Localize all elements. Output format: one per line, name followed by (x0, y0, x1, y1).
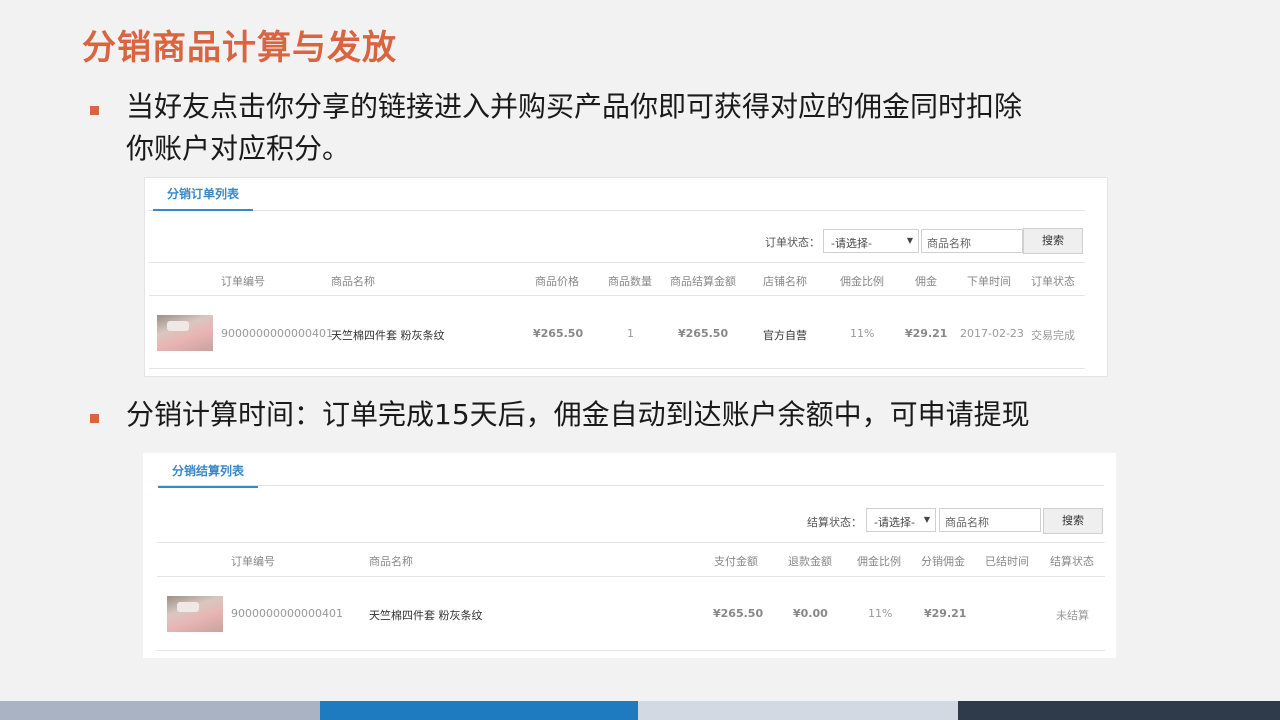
order-header-date: 下单时间 (967, 275, 1011, 288)
order-header-commission: 佣金 (915, 275, 937, 288)
settle-header-settled-time: 已结时间 (985, 555, 1029, 568)
order-list-panel: 分销订单列表 订单状态： -请选择- ▼ 商品名称 搜索 订单编号 商品名称 商… (144, 177, 1108, 377)
bullet-marker-icon (90, 414, 99, 423)
settle-status-select-value: -请选择- (874, 516, 915, 529)
order-cell-price: ¥265.50 (533, 327, 584, 340)
settle-product-name-input[interactable]: 商品名称 (939, 508, 1041, 532)
settle-header-order-no: 订单编号 (231, 555, 275, 568)
order-cell-settle: ¥265.50 (678, 327, 729, 340)
order-cell-product: 天竺棉四件套 粉灰条纹 (331, 329, 445, 342)
order-cell-date: 2017-02-23 (960, 327, 1024, 340)
slide-title: 分销商品计算与发放 (82, 28, 397, 68)
order-divider-bottom (149, 368, 1085, 369)
order-cell-rate: 11% (850, 327, 875, 340)
settle-cell-status: 未结算 (1056, 609, 1089, 622)
settle-divider-top (157, 542, 1105, 543)
order-status-label: 订单状态： (765, 236, 820, 249)
footer-bar-segment-1 (0, 701, 320, 720)
order-status-select-value: -请选择- (831, 237, 872, 250)
settlement-list-panel: 分销结算列表 结算状态： -请选择- ▼ 商品名称 搜索 订单编号 商品名称 支… (143, 453, 1116, 658)
product-thumbnail (157, 315, 213, 351)
settle-tabbar: 分销结算列表 (157, 453, 1104, 488)
footer-bar-segment-3 (638, 701, 958, 720)
settle-status-label: 结算状态： (807, 516, 862, 529)
settle-cell-order-no: 9000000000000401 (231, 607, 343, 620)
footer-bar-segment-2 (320, 701, 638, 720)
order-cell-order-no: 9000000000000401 (221, 327, 333, 340)
settle-header-commission: 分销佣金 (921, 555, 965, 568)
order-cell-qty: 1 (627, 327, 634, 340)
settle-cell-paid: ¥265.50 (713, 607, 764, 620)
order-header-order-no: 订单编号 (221, 275, 265, 288)
order-divider-top (149, 262, 1085, 263)
settle-cell-product: 天竺棉四件套 粉灰条纹 (369, 609, 483, 622)
settle-divider-header (157, 576, 1105, 577)
settle-cell-refund: ¥0.00 (793, 607, 828, 620)
order-product-name-input[interactable]: 商品名称 (921, 229, 1023, 253)
order-status-select[interactable]: -请选择- ▼ (823, 229, 919, 253)
bullet-1-text: 当好友点击你分享的链接进入并购买产品你即可获得对应的佣金同时扣除 (126, 90, 1023, 123)
order-cell-shop: 官方自营 (763, 329, 807, 342)
order-header-settle: 商品结算金额 (670, 275, 736, 288)
order-header-product: 商品名称 (331, 275, 375, 288)
bullet-1-text-cont: 你账户对应积分。 (126, 132, 351, 165)
settle-header-rate: 佣金比例 (857, 555, 901, 568)
tab-settlement-list[interactable]: 分销结算列表 (158, 462, 259, 488)
settle-header-status: 结算状态 (1050, 555, 1094, 568)
chevron-down-icon: ▼ (906, 236, 913, 245)
settle-cell-rate: 11% (868, 607, 893, 620)
settle-header-paid: 支付金额 (714, 555, 758, 568)
order-cell-commission: ¥29.21 (905, 327, 948, 340)
order-cell-status: 交易完成 (1031, 329, 1075, 342)
order-header-shop: 店铺名称 (763, 275, 807, 288)
product-thumbnail (167, 596, 223, 632)
order-header-rate: 佣金比例 (840, 275, 884, 288)
order-search-button[interactable]: 搜索 (1023, 228, 1083, 254)
settle-search-button[interactable]: 搜索 (1043, 508, 1103, 534)
settle-header-product: 商品名称 (369, 555, 413, 568)
footer-bar-segment-4 (958, 701, 1280, 720)
bullet-2-text: 分销计算时间：订单完成15天后，佣金自动到达账户余额中，可申请提现 (126, 398, 1030, 431)
order-header-price: 商品价格 (535, 275, 579, 288)
settle-cell-commission: ¥29.21 (924, 607, 967, 620)
tab-order-list[interactable]: 分销订单列表 (153, 185, 254, 211)
bullet-marker-icon (90, 106, 99, 115)
settle-header-refund: 退款金额 (788, 555, 832, 568)
settle-divider-bottom (157, 650, 1105, 651)
chevron-down-icon: ▼ (923, 515, 930, 524)
order-header-status: 订单状态 (1031, 275, 1075, 288)
order-header-qty: 商品数量 (608, 275, 652, 288)
settle-status-select[interactable]: -请选择- ▼ (866, 508, 936, 532)
order-divider-header (149, 295, 1085, 296)
order-tabbar: 分销订单列表 (149, 178, 1085, 211)
